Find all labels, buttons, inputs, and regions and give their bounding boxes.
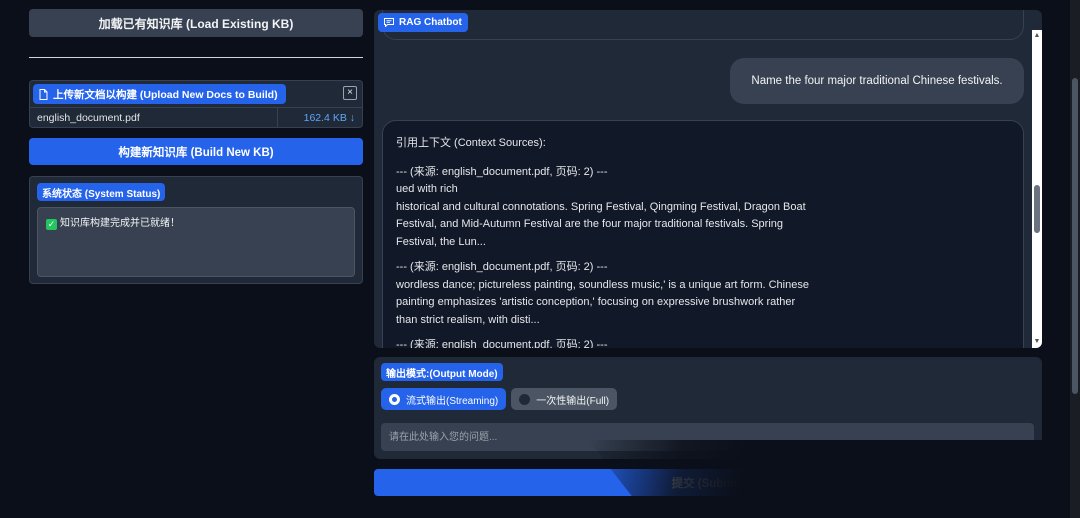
radio-full-label: 一次性输出(Full) (536, 395, 610, 407)
chat-icon (384, 18, 394, 27)
bot-message: 引用上下文 (Context Sources): --- (来源: englis… (382, 120, 1024, 348)
radio-unchecked-icon (519, 393, 531, 405)
file-icon (39, 88, 48, 100)
chatbot-panel: RAG Chatbot Name the four major traditio… (374, 10, 1042, 348)
upload-label: 上传新文档以构建 (Upload New Docs to Build) (33, 84, 286, 104)
source-title-cutoff: --- (来源: english_document.pdf, 页码: 2) --… (396, 339, 608, 348)
upload-docs-box[interactable]: 上传新文档以构建 (Upload New Docs to Build) × en… (29, 80, 363, 128)
build-new-kb-button[interactable]: 构建新知识库 (Build New KB) (29, 138, 363, 165)
file-row: english_document.pdf 162.4 KB ↓ (30, 107, 362, 128)
output-mode-radio-group: 流式输出(Streaming) 一次性输出(Full) (381, 388, 618, 410)
upload-label-text: 上传新文档以构建 (Upload New Docs to Build) (53, 88, 278, 101)
source-line: ued with rich (396, 183, 458, 195)
radio-streaming[interactable]: 流式输出(Streaming) (381, 388, 507, 410)
system-status-panel: 系统状态 (System Status) ✓ 知识库构建完成并已就绪！ (29, 176, 363, 284)
radio-streaming-label: 流式输出(Streaming) (406, 395, 499, 407)
system-status-textbox[interactable]: ✓ 知识库构建完成并已就绪！ (37, 207, 355, 277)
source-line: painting emphasizes 'artistic conception… (396, 296, 796, 308)
output-mode-label: 输出模式:(Output Mode) (381, 363, 503, 381)
check-icon: ✓ (46, 219, 57, 230)
status-message: 知识库构建完成并已就绪！ (60, 218, 180, 229)
load-existing-kb-button[interactable]: 加载已有知识库 (Load Existing KB) (29, 9, 363, 37)
scroll-down-icon[interactable]: ▼ (1033, 338, 1041, 346)
divider (29, 57, 363, 58)
radio-full[interactable]: 一次性输出(Full) (511, 388, 618, 410)
system-status-label: 系统状态 (System Status) (37, 183, 166, 201)
page-scroll-thumb[interactable] (1072, 78, 1078, 394)
source-block-1: --- (来源: english_document.pdf, 页码: 2) --… (396, 164, 1010, 252)
radio-checked-icon (389, 393, 400, 405)
source-title: --- (来源: english_document.pdf, 页码: 2) --… (396, 165, 608, 178)
source-line: Festival, the Lun... (396, 235, 486, 248)
scroll-up-icon[interactable]: ▲ (1033, 32, 1041, 40)
previous-message (382, 10, 1024, 40)
user-message: Name the four major traditional Chinese … (730, 58, 1024, 104)
chatbot-label: RAG Chatbot (378, 13, 468, 32)
file-download-link[interactable]: 162.4 KB ↓ (278, 112, 362, 124)
screen-glare (588, 440, 1080, 518)
source-line: historical and cultural connotations. Sp… (396, 200, 806, 213)
source-block-2: --- (来源: english_document.pdf, 页码: 2) --… (396, 259, 1010, 329)
page-scrollbar[interactable] (1070, 0, 1080, 518)
source-line: Festival, and Mid-Autumn Festival are th… (396, 218, 783, 230)
file-name: english_document.pdf (30, 108, 278, 128)
source-title: --- (来源: english_document.pdf, 页码: 2) --… (396, 261, 608, 273)
scroll-thumb[interactable] (1034, 185, 1040, 233)
source-line: than strict realism, with disti... (396, 313, 540, 326)
close-icon[interactable]: × (343, 86, 357, 100)
chat-scrollbar[interactable]: ▲ ▼ (1032, 30, 1042, 348)
bot-heading: 引用上下文 (Context Sources): (396, 137, 546, 149)
chatbot-label-text: RAG Chatbot (399, 17, 462, 28)
source-line: wordless dance; pictureless painting, so… (396, 278, 809, 291)
